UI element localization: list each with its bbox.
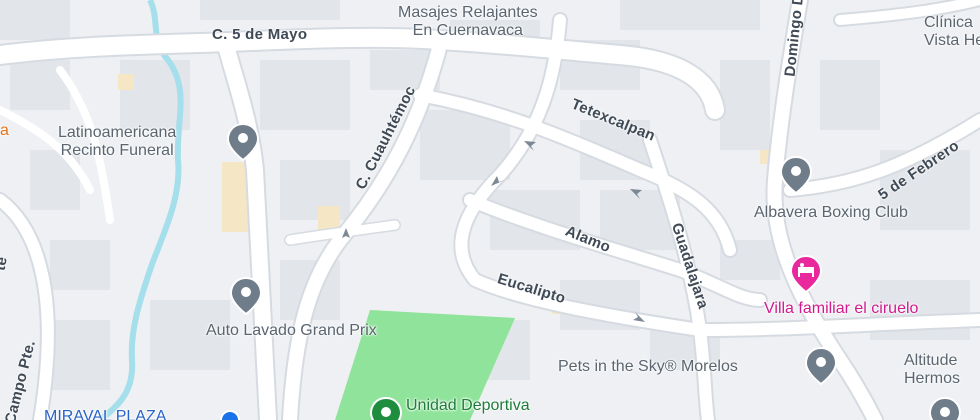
place-pin-icon[interactable] (804, 346, 838, 386)
poi-unidad-label[interactable]: Unidad Deportiva (406, 397, 530, 415)
place-pin-icon[interactable] (928, 396, 962, 420)
poi-masajes-line1: Masajes Relajantes (398, 4, 538, 21)
poi-pets-label[interactable]: Pets in the Sky® Morelos (558, 358, 738, 376)
poi-latinoamericana-label[interactable]: Latinoamericana Recinto Funeral (58, 124, 176, 160)
place-pin-icon[interactable] (229, 276, 263, 316)
poi-clinica-line2: Vista Herm (924, 32, 980, 49)
poi-latino-line2: Recinto Funeral (60, 142, 174, 159)
poi-miraval-label[interactable]: MIRAVAL PLAZA (44, 408, 166, 420)
street-label-5-de-mayo: C. 5 de Mayo (212, 26, 308, 43)
poi-edge-orange-label[interactable]: a (0, 122, 9, 140)
poi-altitude-line1: Altitude (904, 352, 958, 369)
place-pin-icon[interactable] (779, 155, 813, 195)
shopping-pin-icon[interactable] (220, 410, 240, 420)
poi-clinica-line1: Clínica (924, 14, 973, 31)
place-pin-icon[interactable] (226, 122, 260, 162)
poi-altitude-line2: Hermos (904, 370, 961, 387)
poi-autolavado-label[interactable]: Auto Lavado Grand Prix (206, 322, 377, 340)
poi-clinica-label[interactable]: Clínica Vista Herm (924, 14, 980, 50)
map-canvas[interactable]: C. 5 de Mayo C. Cuauhtémoc Tetexcalpan A… (0, 0, 980, 420)
poi-villa-label[interactable]: Villa familiar el ciruelo (764, 300, 918, 318)
hotel-bed-icon[interactable] (789, 254, 823, 294)
poi-masajes-label[interactable]: Masajes Relajantes En Cuernavaca (398, 4, 538, 40)
poi-altitude-label[interactable]: Altitude Hermos (904, 352, 960, 388)
poi-masajes-line2: En Cuernavaca (412, 22, 523, 39)
poi-albavera-label[interactable]: Albavera Boxing Club (754, 204, 908, 222)
poi-latino-line1: Latinoamericana (58, 124, 177, 141)
park-pin-icon[interactable] (369, 396, 403, 420)
